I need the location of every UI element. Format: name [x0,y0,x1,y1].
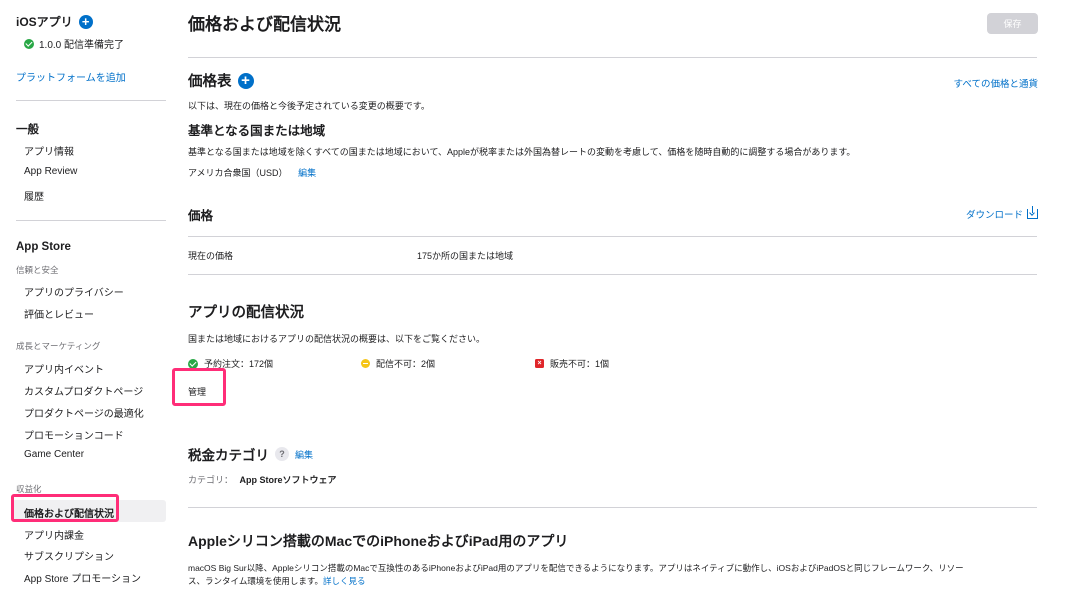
apple-silicon-heading: Appleシリコン搭載のMacでのiPhoneおよびiPad用のアプリ [188,533,569,549]
price-schedule-heading: 価格表 [188,74,232,90]
price-schedule-summary: 以下は、現在の価格と今後予定されている変更の概要です。 [188,101,430,111]
check-circle-icon [24,38,34,49]
app-platform-title: iOSアプリ [16,15,73,29]
check-circle-icon [188,358,198,369]
warning-circle-icon [361,359,370,368]
price-heading: 価格 [188,209,214,223]
availability-heading: アプリの配信状況 [188,305,304,321]
not-for-sale-count: 販売不可：1個 [550,359,610,369]
tax-category-heading: 税金カテゴリ [188,448,269,463]
sidebar-item-app-store-promotions[interactable]: App Store プロモーション [24,570,141,585]
base-region-value: アメリカ合衆国（USD） [188,168,288,178]
sidebar-item-history[interactable]: 履歴 [24,188,44,203]
table-header-divider [188,236,1037,237]
save-button[interactable]: 保存 [987,13,1038,34]
download-label: ダウンロード [965,210,1023,221]
availability-description: 国または地域におけるアプリの配信状況の概要は、以下をご覧ください。 [188,334,486,344]
download-link[interactable]: ダウンロード [965,206,1038,221]
regions-column-link[interactable]: 175か所の国または地域 [417,249,513,262]
help-icon[interactable]: ? [275,447,289,461]
all-prices-link[interactable]: すべての価格と通貨 [954,76,1038,90]
sidebar-item-app-review[interactable]: App Review [24,166,77,177]
sidebar: iOSアプリ + 1.0.0 配信準備完了 プラットフォームを追加 一般 アプリ… [0,0,176,596]
edit-base-region-link[interactable]: 編集 [298,168,316,178]
tax-category-row: カテゴリ： App Storeソフトウェア [188,473,337,486]
download-icon [1027,206,1038,219]
tax-category-label: カテゴリ： [188,475,234,485]
edit-tax-category-link[interactable]: 編集 [295,448,313,461]
app-platform-header: iOSアプリ + [16,13,93,30]
pricing-availability-highlight-box [11,494,119,522]
sidebar-item-in-app-events[interactable]: アプリ内イベント [24,361,104,376]
sidebar-item-app-privacy[interactable]: アプリのプライバシー [24,284,124,299]
add-version-icon[interactable]: + [78,14,93,29]
unavailable-status: 配信不可：2個 [361,357,435,370]
section-divider [188,507,1037,508]
manage-highlight-box [172,368,226,406]
sidebar-subheading-growth: 成長とマーケティング [16,341,101,351]
add-price-icon[interactable]: + [237,72,254,89]
sidebar-item-custom-product-pages[interactable]: カスタムプロダクトページ [24,383,143,398]
section-divider [188,274,1037,275]
apple-silicon-description-line1: macOS Big Sur以降、Appleシリコン搭載のMacで互換性のあるiP… [188,563,964,573]
base-region-heading: 基準となる国または地域 [188,124,326,138]
sidebar-item-ratings-reviews[interactable]: 評価とレビュー [24,306,94,321]
tax-category-value: App Storeソフトウェア [239,475,337,485]
main-content: 価格および配信状況 保存 価格表 + すべての価格と通貨 以下は、現在の価格と今… [172,0,1038,596]
tax-category-header: 税金カテゴリ ? 編集 [188,444,313,464]
sidebar-divider [16,100,166,101]
sidebar-item-subscriptions[interactable]: サブスクリプション [24,548,114,563]
sidebar-item-game-center[interactable]: Game Center [24,449,84,460]
not-for-sale-status: × 販売不可：1個 [535,357,609,370]
price-schedule-header: 価格表 + [188,70,254,91]
section-divider [188,57,1037,58]
sidebar-item-app-info[interactable]: アプリ情報 [24,143,74,158]
learn-more-link[interactable]: 詳しく見る [323,576,366,586]
add-platform-link[interactable]: プラットフォームを追加 [16,69,126,84]
apple-silicon-description-line2: ス、ランタイム環境を使用します。 [188,576,323,586]
sidebar-item-in-app-purchases[interactable]: アプリ内課金 [24,527,84,542]
version-status[interactable]: 1.0.0 配信準備完了 [24,36,124,51]
sidebar-section-general: 一般 [16,124,39,136]
sidebar-subheading-trust: 信頼と安全 [16,265,59,275]
version-status-label: 1.0.0 配信準備完了 [39,40,125,51]
current-price-column-link[interactable]: 現在の価格 [188,249,233,262]
sidebar-item-product-page-optimization[interactable]: プロダクトページの最適化 [24,405,144,420]
x-square-icon: × [535,359,544,368]
sidebar-divider [16,220,166,221]
page-title: 価格および配信状況 [188,15,341,34]
unavailable-count: 配信不可：2個 [376,359,436,369]
apple-silicon-description-line2-row: ス、ランタイム環境を使用します。詳しく見る [188,575,366,587]
base-region-row: アメリカ合衆国（USD） 編集 [188,166,316,179]
sidebar-item-promo-codes[interactable]: プロモーションコード [24,427,124,442]
base-region-description: 基準となる国または地域を除くすべての国または地域において、Appleが税率または… [188,147,856,157]
sidebar-section-app-store: App Store [16,241,71,253]
